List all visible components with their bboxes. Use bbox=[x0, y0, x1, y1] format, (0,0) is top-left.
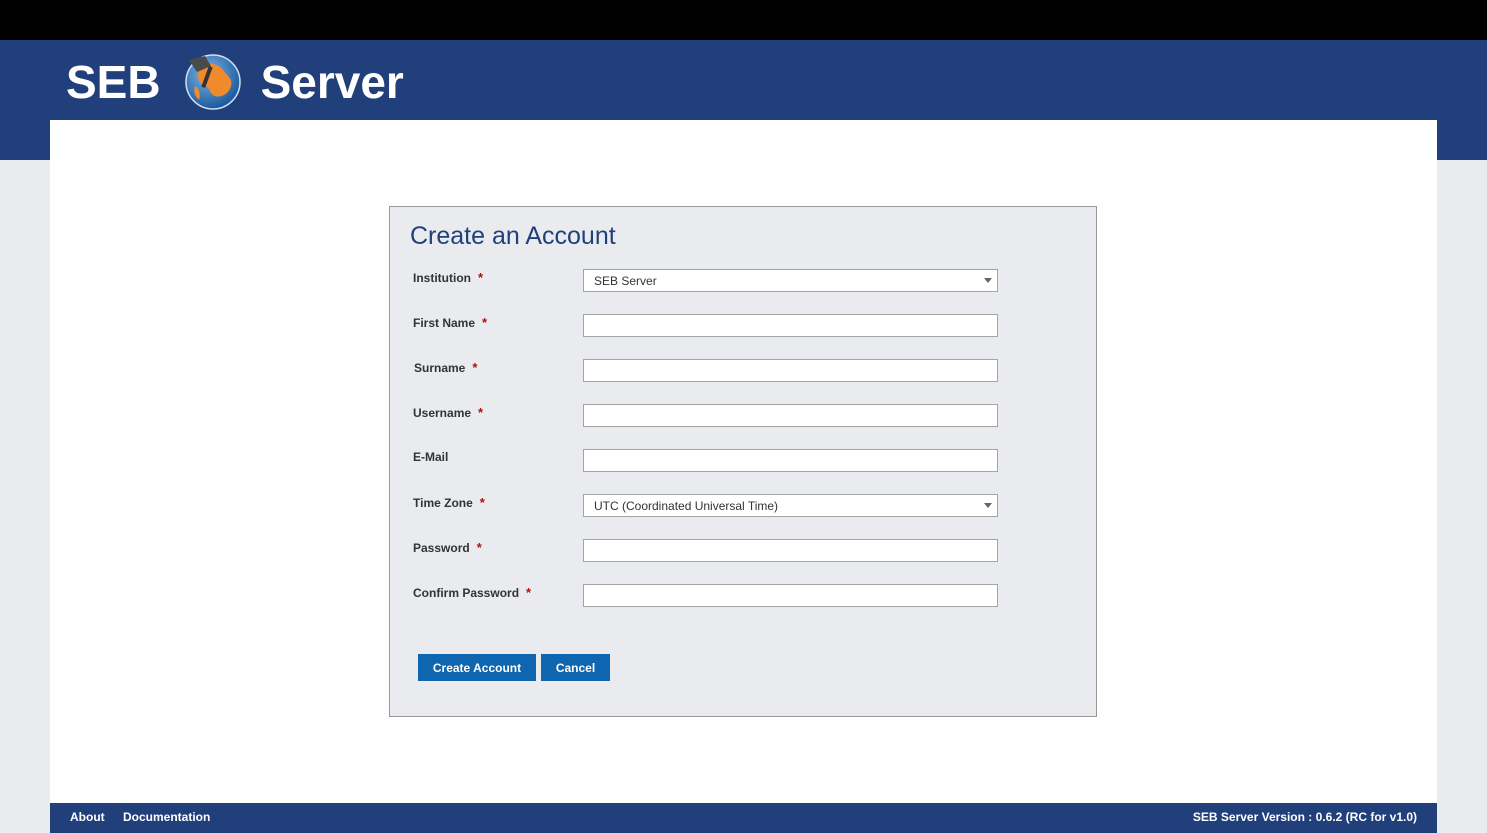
globe-logo-icon bbox=[184, 54, 241, 110]
password-input[interactable] bbox=[584, 540, 997, 561]
label-time-zone: Time Zone * bbox=[413, 495, 485, 510]
label-confirm-password: Confirm Password * bbox=[413, 585, 531, 600]
main-content: Create an Account Institution * SEB Serve… bbox=[50, 120, 1437, 803]
top-black-bar bbox=[0, 0, 1487, 40]
form-title: Create an Account bbox=[410, 222, 616, 250]
logo-text-left: SEB bbox=[66, 56, 161, 108]
label-text: Password bbox=[413, 541, 470, 555]
username-field-wrap bbox=[583, 404, 998, 427]
row-username: Username * bbox=[390, 404, 1096, 428]
label-text: Username bbox=[413, 406, 472, 420]
label-password: Password * bbox=[413, 540, 482, 555]
required-marker: * bbox=[526, 585, 532, 600]
row-email: E-Mail bbox=[390, 449, 1096, 473]
version-text: SEB Server Version : 0.6.2 (RC for v1.0) bbox=[1192, 810, 1417, 824]
create-account-button[interactable]: Create Account bbox=[418, 654, 536, 681]
row-confirm-password: Confirm Password * bbox=[390, 584, 1096, 608]
email-input[interactable] bbox=[584, 450, 997, 471]
chevron-down-icon[interactable] bbox=[984, 278, 992, 283]
institution-select-value: SEB Server bbox=[594, 274, 657, 288]
required-marker: * bbox=[477, 270, 484, 285]
password-field-wrap bbox=[583, 539, 998, 562]
time-zone-select[interactable]: UTC (Coordinated Universal Time) bbox=[583, 494, 998, 517]
email-field-wrap bbox=[583, 449, 998, 472]
create-account-form: Create an Account Institution * SEB Serve… bbox=[389, 206, 1097, 717]
required-marker: * bbox=[478, 405, 484, 420]
label-text: E-Mail bbox=[413, 450, 449, 464]
label-text: Confirm Password bbox=[413, 586, 520, 600]
cancel-button[interactable]: Cancel bbox=[541, 654, 610, 681]
required-marker: * bbox=[482, 315, 488, 330]
label-text: Time Zone bbox=[413, 496, 473, 510]
confirm-password-field-wrap bbox=[583, 584, 998, 607]
required-marker: * bbox=[479, 495, 485, 510]
label-username: Username * bbox=[413, 405, 483, 420]
time-zone-select-value: UTC (Coordinated Universal Time) bbox=[594, 499, 779, 513]
first-name-field-wrap bbox=[583, 314, 998, 337]
row-password: Password * bbox=[390, 539, 1096, 563]
label-text: Surname bbox=[414, 361, 466, 375]
institution-select[interactable]: SEB Server bbox=[583, 269, 998, 292]
about-link[interactable]: About bbox=[70, 810, 105, 824]
first-name-input[interactable] bbox=[584, 315, 997, 336]
row-time-zone: Time Zone * UTC (Coordinated Universal Ti… bbox=[390, 494, 1096, 518]
label-surname: Surname * bbox=[414, 360, 477, 375]
required-marker: * bbox=[472, 360, 478, 375]
app-footer: About Documentation SEB Server Version :… bbox=[50, 803, 1437, 833]
required-marker: * bbox=[476, 540, 482, 555]
documentation-link[interactable]: Documentation bbox=[123, 810, 210, 824]
label-text: First Name bbox=[413, 316, 476, 330]
label-institution: Institution * bbox=[413, 270, 483, 285]
label-first-name: First Name * bbox=[413, 315, 487, 330]
seb-server-logo: SEB Server bbox=[66, 52, 404, 112]
surname-input[interactable] bbox=[584, 360, 997, 381]
row-institution: Institution * SEB Server bbox=[390, 269, 1096, 293]
label-email: E-Mail bbox=[413, 450, 448, 464]
row-surname: Surname * bbox=[390, 359, 1096, 383]
username-input[interactable] bbox=[584, 405, 997, 426]
confirm-password-input[interactable] bbox=[584, 585, 997, 606]
chevron-down-icon[interactable] bbox=[984, 503, 992, 508]
surname-field-wrap bbox=[583, 359, 998, 382]
logo-text-right: Server bbox=[260, 56, 404, 108]
row-first-name: First Name * bbox=[390, 314, 1096, 338]
label-text: Institution bbox=[413, 271, 471, 285]
